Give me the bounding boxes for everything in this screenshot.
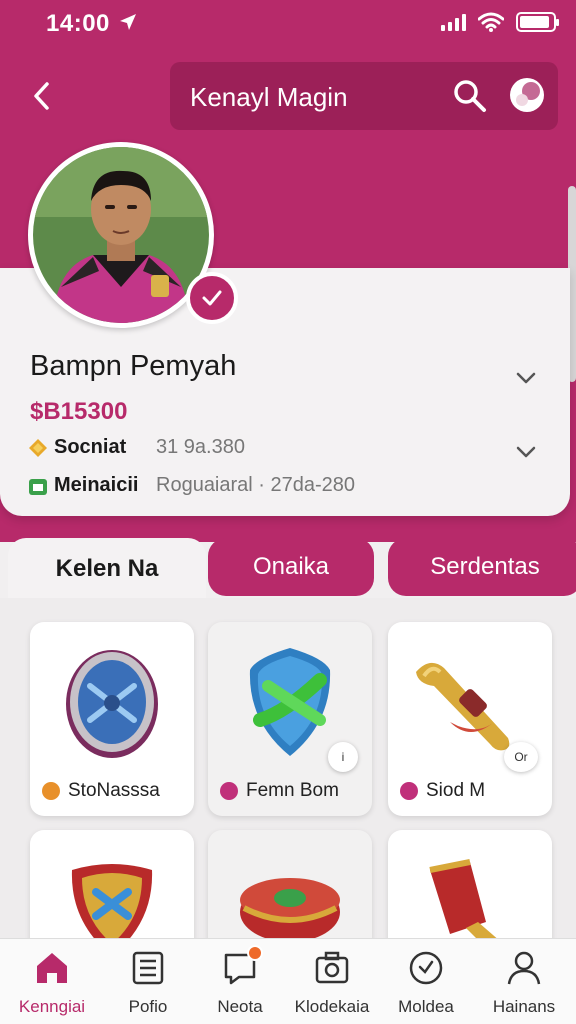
- back-button[interactable]: [24, 78, 60, 114]
- camera-icon: [315, 951, 349, 984]
- item-label: Siod M: [400, 780, 485, 802]
- gem-icon: [400, 782, 418, 800]
- nav-item-profile[interactable]: Pofio: [100, 949, 196, 1017]
- info-row-media: Meinaicii Roguaiaral · 27da-280: [28, 474, 355, 497]
- person-icon: [507, 951, 541, 985]
- item-label: StoNasssa: [42, 780, 160, 802]
- emblem-icon: [249, 648, 331, 756]
- items-grid: StoNasssa i Femn Bom Or Siod M: [0, 598, 576, 1024]
- notification-dot: [247, 945, 263, 961]
- item-title: Femn Bom: [246, 780, 339, 801]
- chevron-down-icon[interactable]: [514, 440, 538, 464]
- tab-onaika[interactable]: Onaika: [208, 538, 374, 596]
- info-label: Socniat: [54, 436, 127, 458]
- status-bar: 14:00: [0, 0, 576, 52]
- nav-label: Pofio: [128, 997, 168, 1016]
- tab-bar: Kelen Na Onaika Serdentas: [0, 538, 576, 600]
- battery-icon: [516, 12, 559, 32]
- clock-icon: [409, 951, 443, 985]
- item-label: Femn Bom: [220, 780, 339, 802]
- item-title: StoNasssa: [68, 780, 160, 801]
- chevron-left-icon: [34, 82, 49, 110]
- shield-icon: [66, 650, 158, 758]
- info-value: 31 9a.380: [156, 436, 245, 458]
- bottom-nav: Kenngiai Pofio Neota Klodekaia Moldea Ha…: [0, 938, 576, 1024]
- nav-item-home[interactable]: Kenngiai: [4, 949, 100, 1017]
- location-arrow-icon: [120, 14, 136, 30]
- item-card[interactable]: Or Siod M: [388, 622, 552, 816]
- nav-label: Kenngiai: [18, 997, 86, 1016]
- search-input[interactable]: Kenayl Magin: [190, 82, 348, 113]
- info-badge[interactable]: i: [328, 742, 358, 772]
- nav-label: Neota: [217, 997, 263, 1016]
- list-icon: [132, 951, 164, 985]
- coin-icon: [29, 438, 47, 457]
- nav-item-person[interactable]: Hainans: [476, 949, 572, 1017]
- nav-item-clock[interactable]: Moldea: [378, 949, 474, 1017]
- gem-icon: [220, 782, 238, 800]
- search-icon[interactable]: [452, 78, 488, 114]
- player-photo: [33, 147, 209, 323]
- tab-kelen-na[interactable]: Kelen Na: [8, 538, 206, 600]
- checkmark-icon: [202, 290, 222, 306]
- nav-label: Moldea: [398, 997, 454, 1016]
- search-bar[interactable]: Kenayl Magin: [170, 62, 558, 130]
- tab-serdentas[interactable]: Serdentas: [388, 538, 576, 596]
- status-time: 14:00: [46, 10, 110, 37]
- player-name: Bampn Pemyah: [30, 350, 237, 382]
- item-title: Siod M: [426, 780, 486, 801]
- info-value: Roguaiaral · 27da-280: [156, 474, 356, 496]
- signal-icon: [441, 13, 466, 31]
- item-card[interactable]: i Femn Bom: [208, 622, 372, 816]
- nav-item-notes[interactable]: Neota: [192, 945, 288, 1017]
- nav-label: Klodekaia: [294, 997, 370, 1016]
- profile-toggle-icon[interactable]: [508, 76, 546, 114]
- calendar-icon: [29, 478, 47, 495]
- verified-badge: [186, 272, 238, 324]
- item-card[interactable]: StoNasssa: [30, 622, 194, 816]
- info-badge[interactable]: Or: [504, 742, 538, 772]
- nav-label: Hainans: [492, 997, 556, 1016]
- chevron-down-icon[interactable]: [514, 366, 538, 390]
- info-label: Meinaicii: [54, 474, 139, 496]
- player-value: $B15300: [30, 398, 128, 425]
- gem-icon: [42, 782, 60, 800]
- home-icon: [37, 953, 67, 983]
- nav-item-camera[interactable]: Klodekaia: [284, 949, 380, 1017]
- info-row-social: Socniat 31 9a.380: [28, 436, 245, 459]
- wifi-icon: [478, 12, 504, 32]
